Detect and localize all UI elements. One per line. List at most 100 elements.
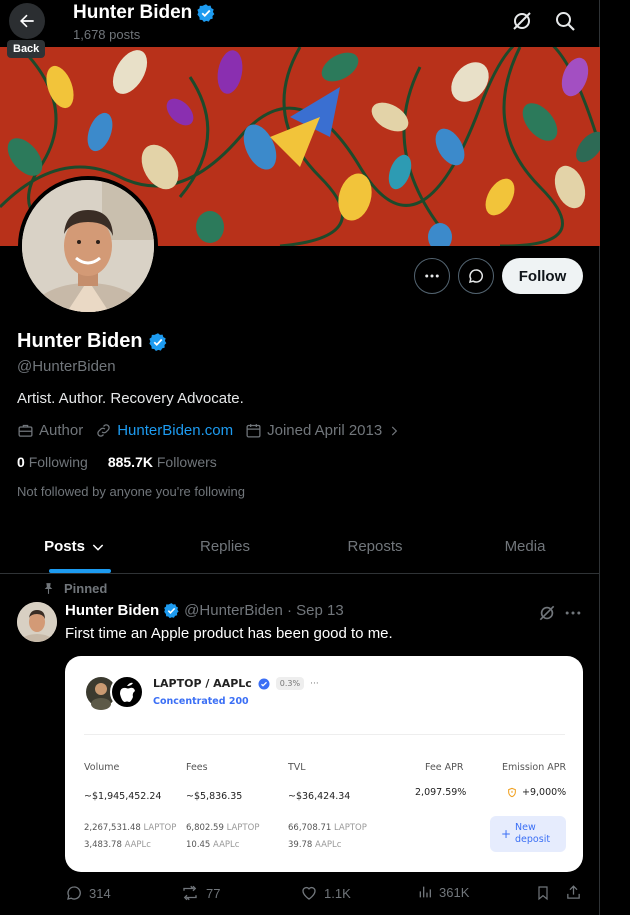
profile-page: Back Hunter Biden 1,678 posts Follow Hun… [0, 0, 600, 915]
verified-badge-icon[interactable] [148, 332, 168, 352]
post-header: Hunter Biden @HunterBiden · Sep 13 [65, 602, 344, 619]
post-avatar-photo [17, 602, 57, 642]
following-count: 0 [17, 454, 25, 470]
pool-type: Concentrated 200 [153, 696, 249, 707]
volume-value: ~$1,945,452.24 [84, 791, 162, 802]
header-name: Hunter Biden [73, 2, 216, 24]
arrow-left-icon [20, 14, 34, 28]
tab-replies[interactable]: Replies [150, 520, 300, 573]
fees-aaplc-amount: 10.45 [186, 840, 211, 850]
plus-icon: + [500, 827, 512, 841]
header-posts-count: 1,678 posts [73, 27, 141, 42]
fees-laptop: 6,802.59 LAPTOP [186, 823, 259, 833]
profile-avatar[interactable] [18, 176, 158, 316]
pair-name: LAPTOP / AAPLc [153, 677, 252, 690]
following-link[interactable]: 0 Following [17, 454, 88, 470]
profile-joined[interactable]: Joined April 2013 [245, 422, 401, 439]
volume-aaplc-amount: 3,483.78 [84, 840, 122, 850]
reply-button[interactable]: 314 [65, 884, 111, 902]
more-horizontal-icon [425, 274, 439, 278]
token-aaplc-label: AAPLc [124, 840, 151, 850]
volume-label: Volume [84, 762, 120, 773]
emission-apr-label: Emission APR [502, 762, 567, 773]
back-button[interactable] [9, 3, 45, 39]
heart-icon [302, 886, 316, 900]
pin-icon [44, 583, 53, 594]
not-followed-note: Not followed by anyone you're following [17, 484, 245, 499]
token-laptop-label: LAPTOP [226, 823, 260, 833]
token-laptop-label: LAPTOP [333, 823, 367, 833]
share-button[interactable] [565, 884, 582, 901]
briefcase-icon [18, 424, 33, 437]
tab-reposts[interactable]: Reposts [300, 520, 450, 573]
new-deposit-button: + New deposit [490, 816, 566, 852]
volume-laptop: 2,267,531.48 LAPTOP [84, 823, 176, 833]
post-meta[interactable]: @HunterBiden · Sep 13 [184, 602, 344, 619]
avatar-photo [22, 180, 154, 312]
tvl-aaplc: 39.78 AAPLc [288, 840, 341, 850]
followers-label: Followers [156, 454, 217, 470]
post-actions: 314 77 1.1K 361K [0, 884, 600, 904]
tab-posts[interactable]: Posts [0, 520, 150, 573]
fees-laptop-amount: 6,802.59 [186, 823, 224, 833]
grok-chat-button[interactable] [458, 258, 494, 294]
fee-tier-badge: 0.3% [275, 677, 305, 690]
joined-text: Joined April 2013 [267, 422, 383, 439]
grok-icon[interactable] [510, 9, 534, 33]
verified-pool-icon [258, 678, 270, 689]
more-options-button[interactable] [414, 258, 450, 294]
fee-apr-label: Fee APR [425, 762, 464, 773]
pinned-text: Pinned [64, 581, 108, 596]
post-avatar[interactable] [17, 602, 57, 642]
card-title: LAPTOP / AAPLc 0.3% ··· [153, 677, 319, 690]
repost-count: 77 [206, 885, 221, 901]
views-count: 361K [439, 884, 470, 900]
post-author-name[interactable]: Hunter Biden [65, 602, 159, 619]
verified-badge-icon [197, 4, 215, 22]
chat-bubble-icon [468, 269, 483, 284]
follow-button[interactable]: Follow [502, 258, 583, 294]
tvl-label: TVL [288, 762, 306, 773]
profile-website[interactable]: HunterBiden.com [95, 422, 233, 439]
verified-badge-icon[interactable] [163, 602, 180, 619]
website-link[interactable]: HunterBiden.com [117, 422, 233, 439]
fees-aaplc: 10.45 AAPLc [186, 840, 239, 850]
calendar-icon [246, 424, 261, 438]
views-button[interactable]: 361K [417, 884, 469, 900]
profile-name-text: Hunter Biden [17, 330, 143, 352]
like-count: 1.1K [324, 885, 351, 901]
more-dots: ··· [310, 678, 319, 689]
token-aaplc-label: AAPLc [213, 840, 240, 850]
repost-icon [183, 885, 197, 901]
post-image[interactable]: LAPTOP / AAPLc 0.3% ··· Concentrated 200… [65, 656, 583, 872]
profile-stats: 0 Following 885.7K Followers [17, 454, 217, 470]
analytics-icon [419, 886, 431, 898]
new-deposit-label: New deposit [515, 822, 551, 845]
share-icon [567, 885, 580, 899]
tvl-laptop: 66,708.71 LAPTOP [288, 823, 367, 833]
repost-button[interactable]: 77 [180, 884, 220, 902]
like-button[interactable]: 1.1K [300, 884, 351, 902]
followers-link[interactable]: 885.7K Followers [108, 454, 217, 470]
emission-apr: +9,000% [507, 787, 566, 798]
profile-occupation: Author [17, 422, 83, 439]
occupation-text: Author [39, 422, 84, 439]
volume-aaplc: 3,483.78 AAPLc [84, 840, 151, 850]
volume-laptop-amount: 2,267,531.48 [84, 823, 141, 833]
back-tooltip: Back [7, 40, 46, 58]
card-divider [84, 734, 565, 735]
right-gutter [601, 0, 630, 915]
tab-posts-label: Posts [44, 538, 85, 555]
pinned-label: Pinned [42, 581, 107, 596]
search-icon[interactable] [553, 9, 577, 33]
grok-icon[interactable] [537, 603, 557, 623]
token-aaplc-label: AAPLc [315, 840, 342, 850]
tab-media[interactable]: Media [450, 520, 600, 573]
more-horizontal-icon[interactable] [563, 603, 583, 623]
shield-icon [508, 787, 516, 798]
bookmark-button[interactable] [535, 884, 551, 902]
profile-handle: @HunterBiden [17, 358, 116, 375]
reply-icon [67, 886, 81, 900]
post-text: First time an Apple product has been goo… [65, 625, 393, 642]
profile-meta: Author HunterBiden.com Joined April 2013 [17, 422, 413, 439]
